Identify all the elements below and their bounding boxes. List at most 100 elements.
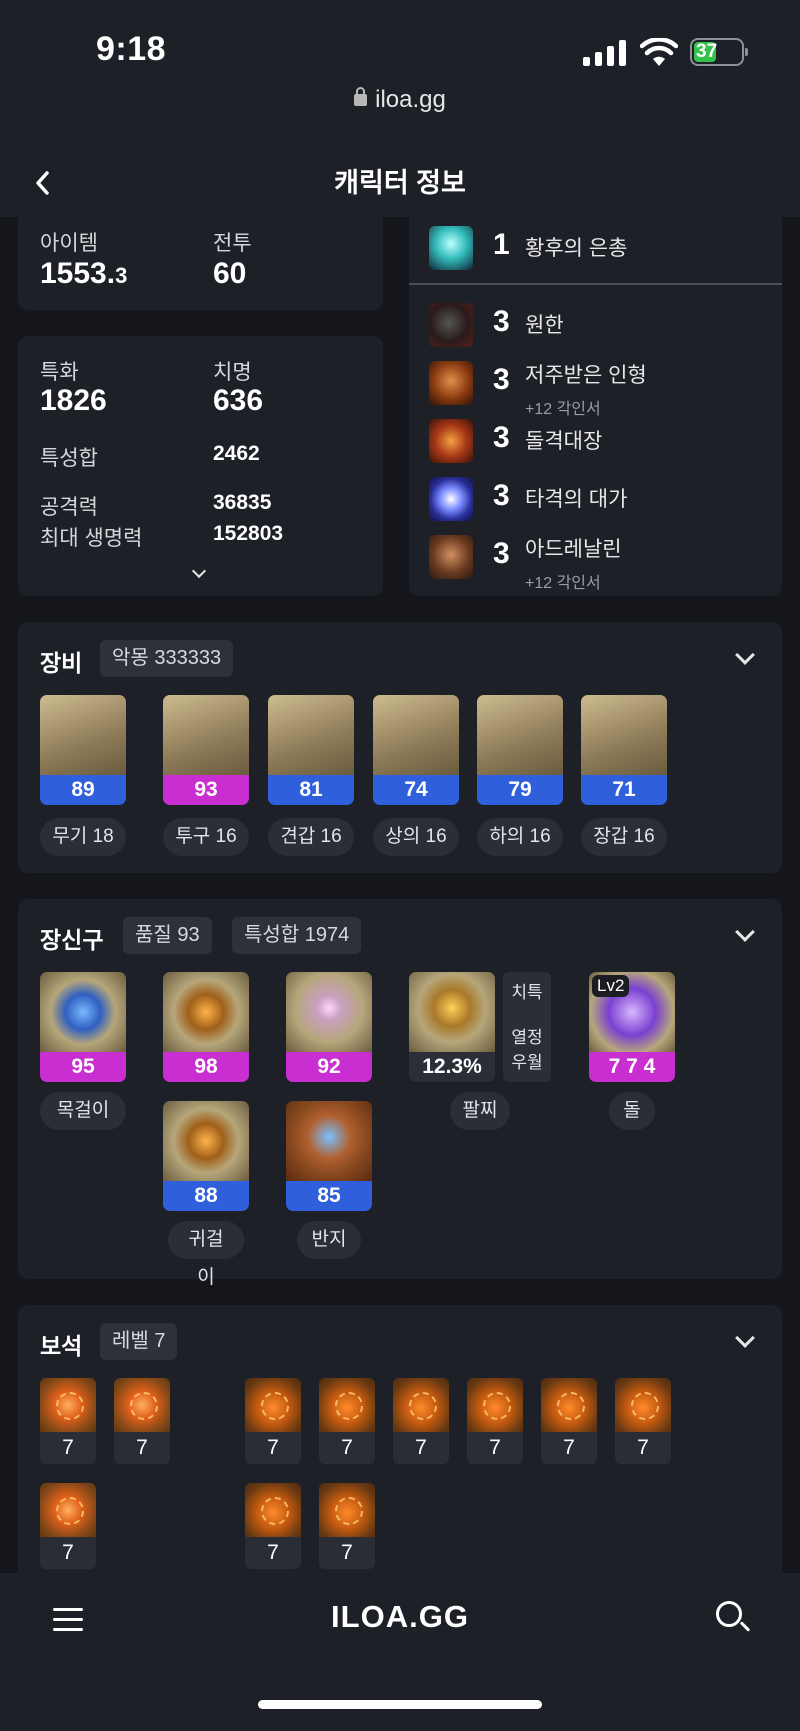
equipment-label: 하의 16 (477, 818, 563, 856)
address-bar[interactable]: iloa.gg (0, 86, 800, 114)
bracelet-label: 팔찌 (450, 1092, 510, 1130)
gem-item[interactable]: 7 (541, 1378, 597, 1464)
equipment-chest[interactable]: 74 (373, 695, 459, 805)
ring-image (286, 1101, 372, 1181)
earring-item[interactable]: 98 (163, 972, 249, 1082)
quality-chip: 품질 93 (123, 917, 212, 954)
engraving-icon (429, 361, 473, 405)
earring-image (163, 972, 249, 1052)
engravings-card: 1 황후의 은총 3 원한 3 저주받은 인형 +12 각인서 3 돌격대장 3… (409, 217, 782, 596)
equipment-label: 견갑 16 (268, 818, 354, 856)
gem-item[interactable]: 7 (245, 1483, 301, 1569)
gem-item[interactable]: 7 (319, 1378, 375, 1464)
item-level-label: 아이템 (40, 232, 98, 255)
crit-value: 636 (213, 384, 264, 417)
necklace-item[interactable]: 95 (40, 972, 126, 1082)
weapon-image (40, 695, 126, 775)
gloves-image (581, 695, 667, 775)
crit-label: 치명 (213, 361, 252, 384)
equipment-title: 장비 (40, 650, 83, 676)
engraving-icon (429, 477, 473, 521)
url-text: iloa.gg (375, 86, 446, 113)
battle-level-label: 전투 (213, 232, 252, 255)
engraving-icon (429, 303, 473, 347)
bracelet-item[interactable]: 12.3% (409, 972, 495, 1082)
site-logo[interactable]: ILOA.GG (0, 1599, 800, 1635)
earring-image (163, 1101, 249, 1181)
set-chip: 악몽 333333 (100, 640, 234, 677)
ring-item[interactable]: 92 (286, 972, 372, 1082)
stat-sum-chip: 특성합 1974 (232, 917, 362, 954)
gem-level-chip: 레벨 7 (100, 1323, 178, 1360)
chest-image (373, 695, 459, 775)
earring-item-2[interactable]: 88 (163, 1101, 249, 1211)
gem-item[interactable]: 7 (245, 1378, 301, 1464)
pants-image (477, 695, 563, 775)
earring-label: 귀걸이 (168, 1221, 244, 1288)
engraving-row[interactable]: 3 원한 (409, 297, 782, 355)
engraving-row[interactable]: 3 아드레날린 +12 각인서 (409, 529, 782, 592)
attack-value: 36835 (213, 491, 272, 514)
equipment-gloves[interactable]: 71 (581, 695, 667, 805)
gem-item[interactable]: 7 (615, 1378, 671, 1464)
ring-label: 반지 (297, 1221, 361, 1259)
ring-item-2[interactable]: 85 (286, 1101, 372, 1211)
gem-item[interactable]: 7 (467, 1378, 523, 1464)
gem-item[interactable]: 7 (40, 1483, 96, 1569)
gem-item[interactable]: 7 (319, 1483, 375, 1569)
level-card: 아이템 1553.3 전투 60 (18, 217, 383, 310)
engraving-icon (429, 535, 473, 579)
chevron-down-icon[interactable] (735, 922, 755, 942)
search-icon[interactable] (716, 1601, 742, 1627)
battle-level-value: 60 (213, 257, 247, 290)
stat-sum-value: 2462 (213, 442, 260, 465)
equipment-weapon[interactable]: 89 (40, 695, 126, 805)
engraving-row[interactable]: 1 황후의 은총 (409, 220, 782, 278)
page-header: 캐릭터 정보 (0, 145, 800, 217)
wifi-icon (640, 38, 678, 66)
ability-stone-item[interactable]: Lv2 7 7 4 (589, 972, 675, 1082)
shoulder-image (268, 695, 354, 775)
engraving-row[interactable]: 3 타격의 대가 (409, 471, 782, 529)
gem-item[interactable]: 7 (114, 1378, 170, 1464)
bracelet-effects: 치특 열정 우월 (503, 972, 551, 1082)
spec-value: 1826 (40, 384, 107, 417)
equipment-label: 장갑 16 (581, 818, 667, 856)
engraving-row[interactable]: 3 돌격대장 (409, 413, 782, 471)
equipment-pants[interactable]: 79 (477, 695, 563, 805)
necklace-image (40, 972, 126, 1052)
necklace-label: 목걸이 (40, 1092, 126, 1130)
gem-item[interactable]: 7 (393, 1378, 449, 1464)
battery-level: 37 (696, 41, 718, 62)
engraving-row[interactable]: 3 저주받은 인형 +12 각인서 (409, 355, 782, 418)
equipment-shoulder[interactable]: 81 (268, 695, 354, 805)
accessories-section: 장신구 품질 93 특성합 1974 95 98 92 12.3% 치특 열정 … (18, 899, 782, 1288)
expand-stats-icon[interactable] (191, 563, 207, 579)
status-time: 9:18 (96, 30, 167, 68)
max-hp-label: 최대 생명력 (40, 527, 143, 550)
spec-label: 특화 (40, 361, 79, 384)
item-level-value: 1553.3 (40, 257, 128, 290)
equipment-label: 무기 18 (40, 818, 126, 856)
stat-sum-label: 특성합 (40, 447, 98, 470)
attack-label: 공격력 (40, 496, 98, 519)
gem-item[interactable]: 7 (40, 1378, 96, 1464)
ring-image (286, 972, 372, 1052)
equipment-label: 상의 16 (373, 818, 459, 856)
bracelet-image (409, 972, 495, 1052)
stats-card: 특화 1826 치명 636 특성합 2462 공격력 36835 최대 생명력… (18, 336, 383, 596)
equipment-helmet[interactable]: 93 (163, 695, 249, 805)
stone-label: 돌 (609, 1092, 655, 1130)
home-indicator (258, 1700, 542, 1709)
lock-icon (354, 87, 368, 106)
equipment-label: 투구 16 (163, 818, 249, 856)
battery-icon: 37 (690, 38, 748, 66)
stone-level-badge: Lv2 (592, 975, 630, 997)
chevron-down-icon[interactable] (735, 645, 755, 665)
divider (409, 283, 782, 285)
chevron-down-icon[interactable] (735, 1328, 755, 1348)
engraving-icon (429, 419, 473, 463)
accessories-title: 장신구 (40, 927, 104, 953)
gems-title: 보석 (40, 1333, 83, 1359)
signal-icon (583, 40, 626, 66)
